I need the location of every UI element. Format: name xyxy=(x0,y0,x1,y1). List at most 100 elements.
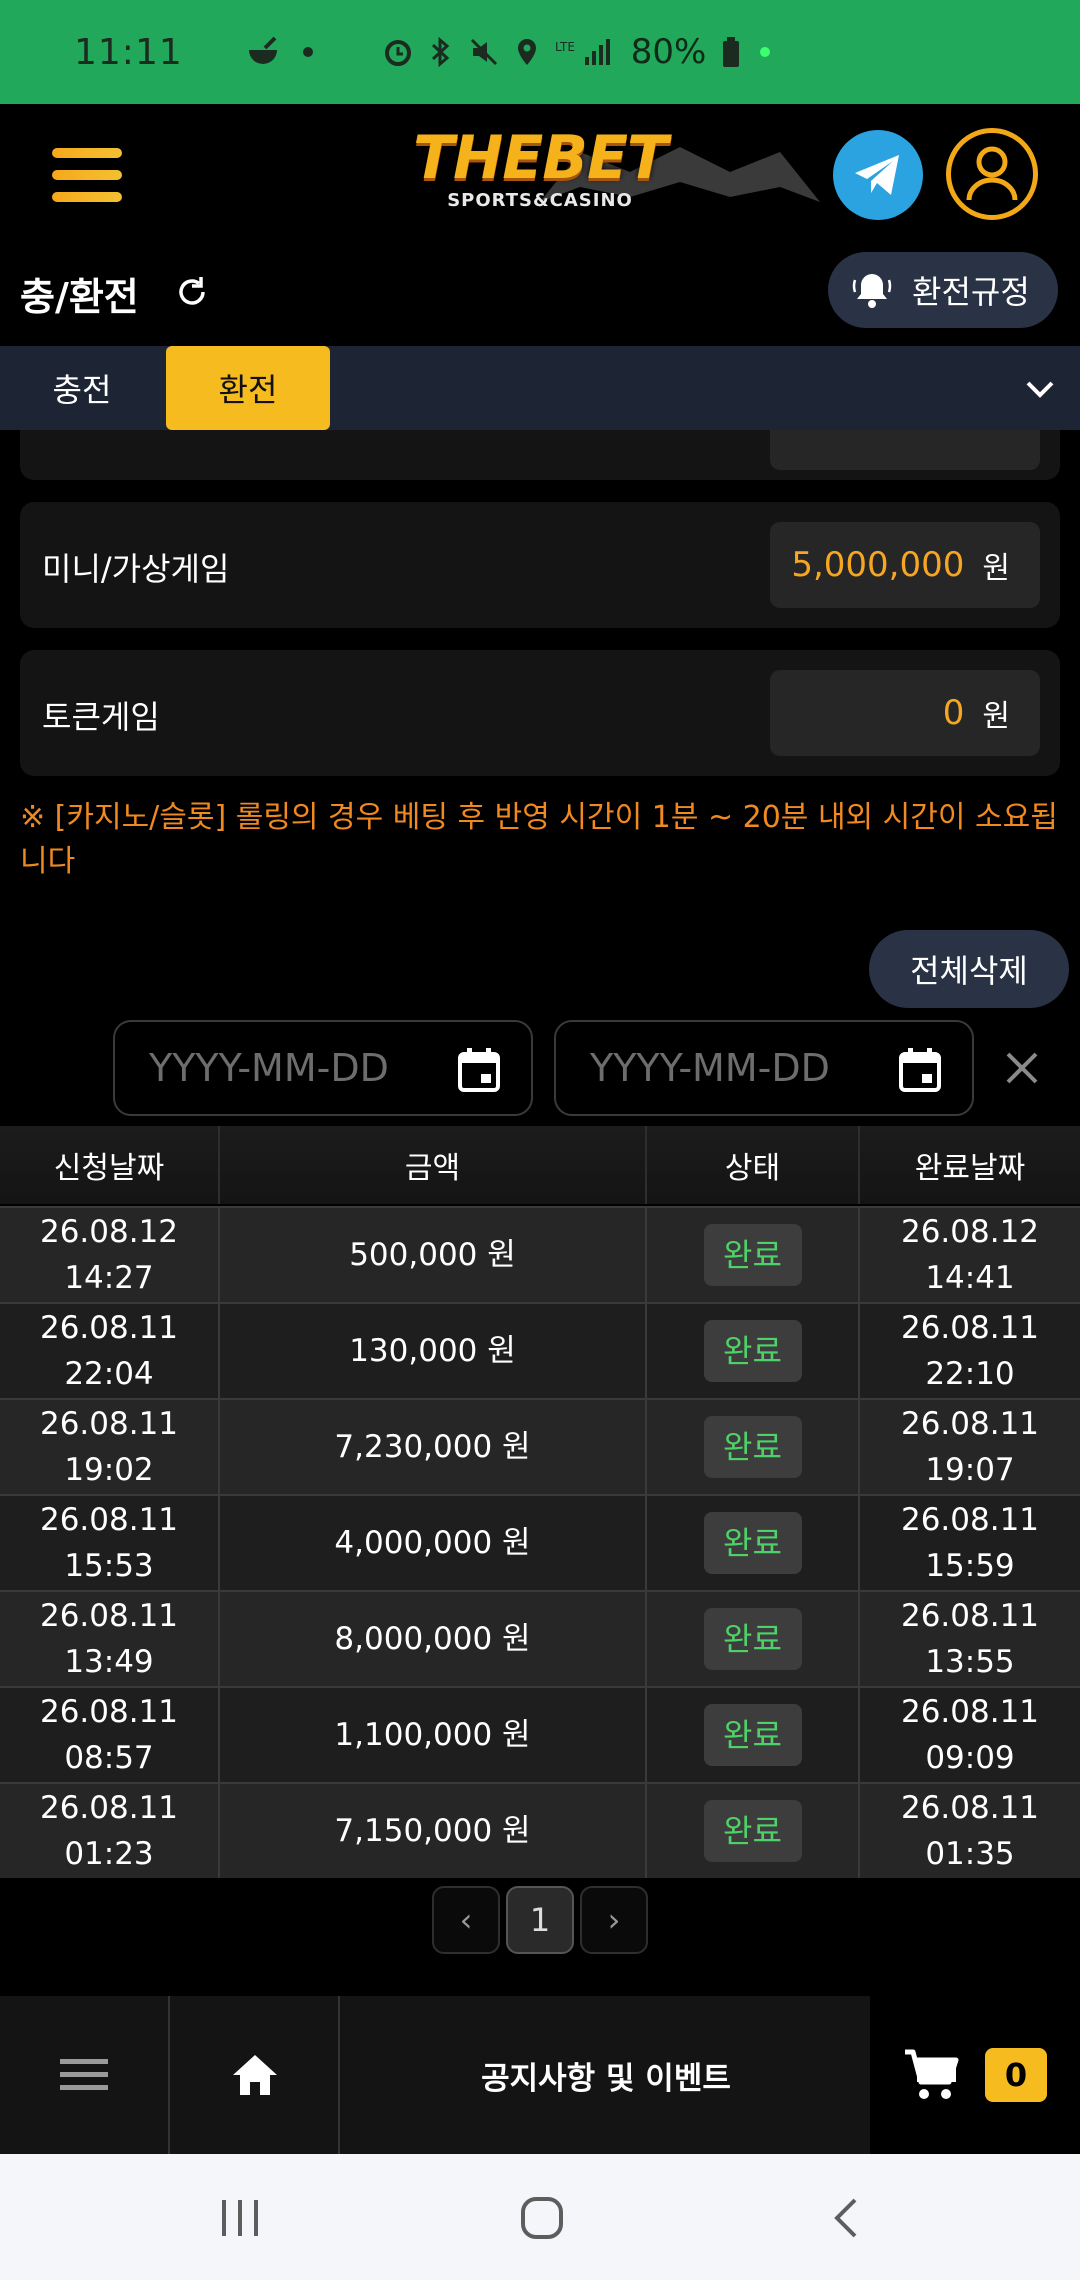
lte-signal-icon: LTE xyxy=(555,39,610,65)
column-header-amount: 금액 xyxy=(220,1126,647,1204)
date-from-field[interactable] xyxy=(113,1020,533,1116)
notice-events-button[interactable]: 공지사항 및 이벤트 xyxy=(342,1996,870,2154)
balance-label: 토큰게임 xyxy=(42,698,160,736)
home-icon xyxy=(233,2055,277,2095)
request-date: 26.08.11 15:53 xyxy=(0,1496,220,1590)
balance-unit: 원 xyxy=(982,699,1010,734)
recents-button[interactable] xyxy=(210,2190,270,2246)
status-cell: 완료 xyxy=(647,1592,860,1686)
status-cell: 완료 xyxy=(647,1304,860,1398)
logo[interactable]: THEBET SPORTS&CASINO xyxy=(400,122,820,232)
date-to-input[interactable] xyxy=(590,1046,850,1090)
status-badge: 완료 xyxy=(703,1800,802,1862)
request-date: 26.08.11 19:02 xyxy=(0,1400,220,1494)
tab-withdraw[interactable]: 환전 xyxy=(166,346,330,430)
page-1-button[interactable]: 1 xyxy=(506,1886,574,1954)
back-icon xyxy=(834,2198,857,2238)
tab-bar: 충전 환전 xyxy=(0,346,1080,430)
refresh-icon[interactable] xyxy=(174,274,210,310)
complete-date: 26.08.12 14:41 xyxy=(900,1214,1040,1296)
tab-deposit[interactable]: 충전 xyxy=(20,346,144,430)
table-header: 신청날짜 금액 상태 완료날짜 xyxy=(0,1126,1080,1206)
request-date: 26.08.11 22:04 xyxy=(0,1304,220,1398)
bottom-home-button[interactable] xyxy=(172,1996,340,2154)
amount: 500,000 원 xyxy=(220,1208,647,1302)
date-from-input[interactable] xyxy=(149,1046,409,1090)
withdraw-history-table: 신청날짜 금액 상태 완료날짜 26.08.12 14:27 500,000 원… xyxy=(0,1126,1080,1878)
request-date: 26.08.11 01:23 xyxy=(0,1784,220,1878)
user-icon xyxy=(966,146,1018,201)
status-cell: 완료 xyxy=(647,1688,860,1782)
status-cell: 완료 xyxy=(647,1784,860,1878)
table-row: 26.08.11 01:23 7,150,000 원 완료 26.08.11 0… xyxy=(0,1782,1080,1878)
balance-value-box: 0 원 xyxy=(770,670,1040,756)
column-header-complete-date: 완료날짜 xyxy=(914,1151,1026,1186)
bottom-bar: 공지사항 및 이벤트 0 xyxy=(0,1996,1080,2154)
withdraw-rules-label: 환전규정 xyxy=(912,273,1030,311)
bluetooth-icon xyxy=(431,37,450,67)
table-row: 26.08.11 15:53 4,000,000 원 완료 26.08.11 1… xyxy=(0,1494,1080,1590)
app-header: THEBET SPORTS&CASINO xyxy=(0,104,1080,244)
status-badge: 완료 xyxy=(703,1608,802,1670)
home-circle-icon xyxy=(521,2197,563,2239)
status-bar: 11:11 LTE 80% xyxy=(0,0,1080,104)
more-notifications-dot xyxy=(302,47,313,57)
rolling-notice: ※ [카지노/슬롯] 롤링의 경우 베팅 후 반영 시간이 1분 ~ 20분 내… xyxy=(20,800,1058,879)
status-badge: 완료 xyxy=(703,1224,802,1286)
status-badge: 완료 xyxy=(703,1512,802,1574)
calendar-icon[interactable] xyxy=(457,1046,501,1094)
table-row: 26.08.11 19:02 7,230,000 원 완료 26.08.11 1… xyxy=(0,1398,1080,1494)
amount: 7,150,000 원 xyxy=(220,1784,647,1878)
logo-text: THEBET xyxy=(413,123,668,193)
app-notification-icon xyxy=(248,36,277,64)
notification-icons xyxy=(245,36,313,68)
complete-date: 26.08.11 09:09 xyxy=(900,1694,1040,1776)
balance-unit: 원 xyxy=(982,551,1010,586)
column-header-status: 상태 xyxy=(647,1126,860,1204)
page-title: 충/환전 xyxy=(20,275,139,319)
calendar-icon[interactable] xyxy=(898,1046,942,1094)
status-time: 11:11 xyxy=(74,31,183,73)
balance-value: 5,000,000 xyxy=(791,545,965,585)
telegram-button[interactable] xyxy=(833,130,923,220)
status-cell: 완료 xyxy=(647,1400,860,1494)
system-nav-bar xyxy=(0,2154,1080,2280)
amount: 130,000 원 xyxy=(220,1304,647,1398)
balance-card-partial xyxy=(20,430,1060,480)
balance-value: 0 xyxy=(942,693,965,733)
chevron-down-icon[interactable] xyxy=(1022,374,1058,404)
back-button[interactable] xyxy=(816,2190,876,2246)
cart-button[interactable]: 0 xyxy=(870,1996,1080,2154)
table-row: 26.08.11 08:57 1,100,000 원 완료 26.08.11 0… xyxy=(0,1686,1080,1782)
menu-icon[interactable] xyxy=(52,148,122,202)
amount: 1,100,000 원 xyxy=(220,1688,647,1782)
amount: 8,000,000 원 xyxy=(220,1592,647,1686)
status-badge: 완료 xyxy=(703,1416,802,1478)
balance-card: 토큰게임 0 원 xyxy=(20,650,1060,776)
balance-label: 미니/가상게임 xyxy=(42,550,230,588)
column-header-request-date: 신청날짜 xyxy=(0,1126,220,1204)
recents-icon xyxy=(222,2200,258,2236)
status-badge: 완료 xyxy=(703,1704,802,1766)
home-nav-button[interactable] xyxy=(512,2190,572,2246)
alarm-icon xyxy=(384,40,411,66)
next-page-button[interactable]: › xyxy=(580,1886,648,1954)
bottom-menu-button[interactable] xyxy=(0,1996,170,2154)
request-date: 26.08.12 14:27 xyxy=(0,1208,220,1302)
withdraw-rules-button[interactable]: 환전규정 xyxy=(828,252,1058,328)
table-row: 26.08.11 22:04 130,000 원 완료 26.08.11 22:… xyxy=(0,1302,1080,1398)
delete-all-button[interactable]: 전체삭제 xyxy=(869,930,1069,1008)
request-date: 26.08.11 08:57 xyxy=(0,1688,220,1782)
complete-date: 26.08.11 19:07 xyxy=(900,1406,1040,1488)
prev-page-button[interactable]: ‹ xyxy=(432,1886,500,1954)
status-cell: 완료 xyxy=(647,1496,860,1590)
close-icon[interactable] xyxy=(1000,1046,1044,1090)
table-body: 26.08.12 14:27 500,000 원 완료 26.08.12 14:… xyxy=(0,1206,1080,1878)
user-button[interactable] xyxy=(946,128,1038,220)
request-date: 26.08.11 13:49 xyxy=(0,1592,220,1686)
amount: 4,000,000 원 xyxy=(220,1496,647,1590)
table-row: 26.08.11 13:49 8,000,000 원 완료 26.08.11 1… xyxy=(0,1590,1080,1686)
balance-value-box xyxy=(770,430,1040,470)
date-to-field[interactable] xyxy=(554,1020,974,1116)
bell-icon xyxy=(852,274,892,308)
